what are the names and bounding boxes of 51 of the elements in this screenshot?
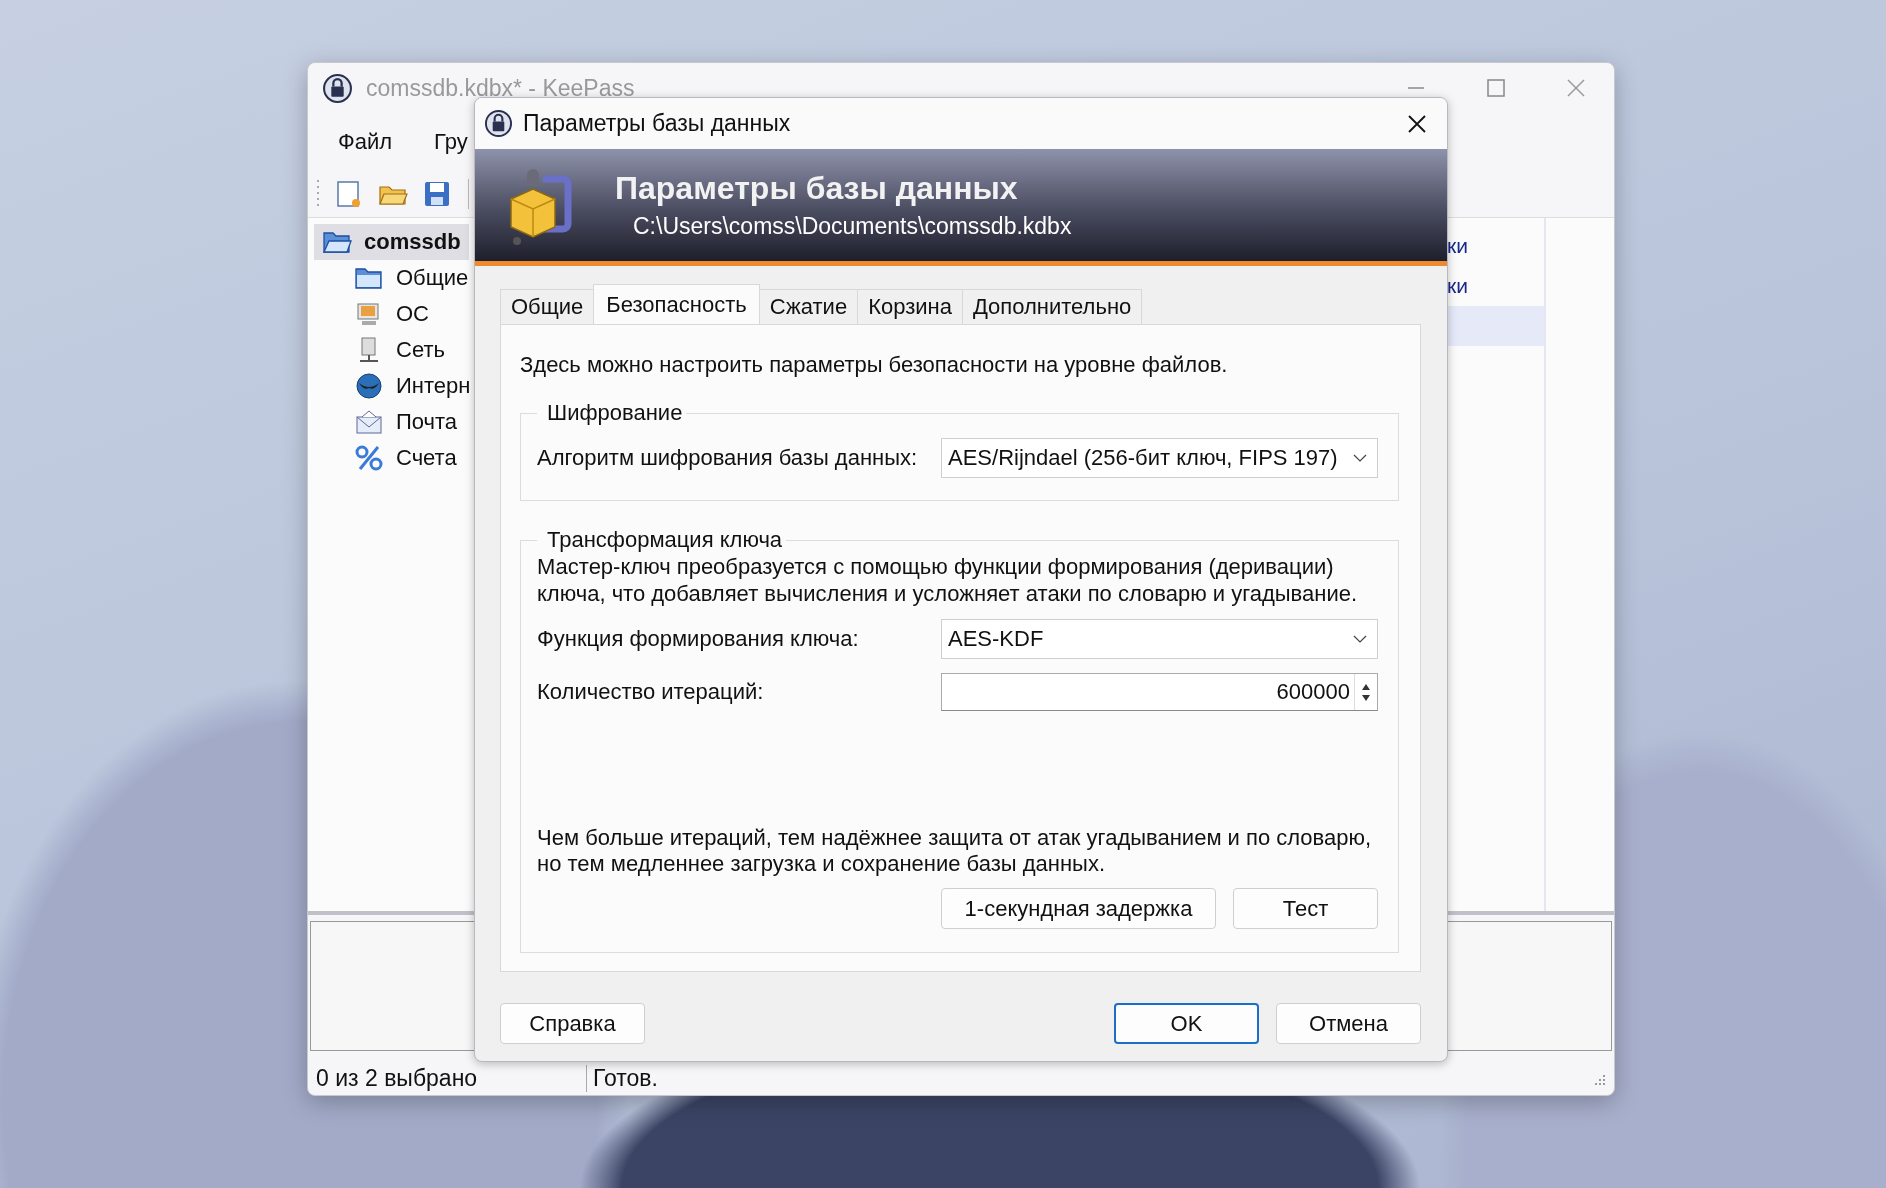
algorithm-dropdown[interactable]: AES/Rijndael (256-бит ключ, FIPS 197)	[941, 438, 1378, 478]
list-row[interactable]: ки	[1447, 226, 1544, 266]
folder-icon	[322, 229, 352, 255]
lock-icon	[484, 109, 513, 138]
save-icon[interactable]	[422, 179, 452, 209]
window-title: comssdb.kdbx* - KeePass	[366, 74, 635, 102]
chevron-down-icon	[1353, 454, 1367, 462]
banner-title: Параметры базы данных	[615, 170, 1019, 207]
tree-item[interactable]: Почта	[354, 404, 458, 440]
toolbar-grip-icon	[316, 179, 320, 209]
tree-item[interactable]: Сеть	[354, 332, 445, 368]
globe-icon	[354, 373, 384, 399]
field-label: Алгоритм шифрования базы данных:	[537, 445, 919, 471]
maximize-icon[interactable]	[1486, 78, 1506, 98]
kdf-dropdown[interactable]: AES-KDF	[941, 619, 1378, 659]
spin-down-icon[interactable]	[1361, 693, 1371, 702]
tab[interactable]: Безопасность	[593, 284, 760, 324]
resize-grip-icon[interactable]	[1594, 1074, 1606, 1086]
tree-item[interactable]: ОС	[354, 296, 429, 332]
menu-item[interactable]: Гру	[434, 129, 468, 155]
file-path: C:\Users\comss\Documents\comssdb.kdbx	[633, 213, 1072, 240]
field-label: Количество итераций:	[537, 679, 765, 705]
folder-icon	[354, 265, 384, 291]
dialog-title: Параметры базы данных	[523, 110, 791, 137]
chevron-down-icon	[1353, 635, 1367, 643]
group-title: Шифрование	[546, 400, 684, 426]
envelope-icon	[354, 409, 384, 435]
tab[interactable]: Общие	[500, 289, 595, 324]
spin-up-icon[interactable]	[1361, 682, 1371, 691]
tree-item[interactable]: Счета	[354, 440, 457, 476]
status-text: 0 из 2 выбрано	[310, 1065, 587, 1092]
menu-item[interactable]: Файл	[338, 129, 393, 155]
note-text: Чем больше итераций, тем надёжнее защита от атак угадыванием и по словарю, но тем медленнее загрузка и сохранение базы данных.	[537, 825, 1373, 877]
tree-item[interactable]: Интерн	[354, 368, 471, 404]
tree-item[interactable]: comssdb	[314, 224, 469, 260]
tree-item[interactable]: Общие	[354, 260, 469, 296]
dialog-button[interactable]: OK	[1114, 1003, 1259, 1044]
group-title: Трансформация ключа	[546, 527, 784, 553]
percent-icon	[354, 445, 384, 471]
close-icon[interactable]	[1407, 113, 1427, 134]
field-label: Функция формирования ключа:	[537, 626, 860, 652]
lock-icon	[322, 72, 353, 104]
status-text: Готов.	[592, 1065, 659, 1092]
tab[interactable]: Дополнительно	[961, 289, 1143, 324]
action-button[interactable]: 1-секундная задержка	[941, 888, 1216, 929]
description-text: Здесь можно настроить параметры безопасности на уровне файлов.	[520, 352, 1229, 378]
dialog-button[interactable]: Отмена	[1276, 1003, 1421, 1044]
list-row[interactable]: ки	[1447, 266, 1544, 306]
dialog-button[interactable]: Справка	[500, 1003, 645, 1044]
description-text: Мастер-ключ преобразуется с помощью функции формирования (деривации) ключа, что добавляет вычисления и усложняет атаки по словарю и угадывание.	[537, 553, 1359, 607]
action-button[interactable]: Тест	[1233, 888, 1378, 929]
